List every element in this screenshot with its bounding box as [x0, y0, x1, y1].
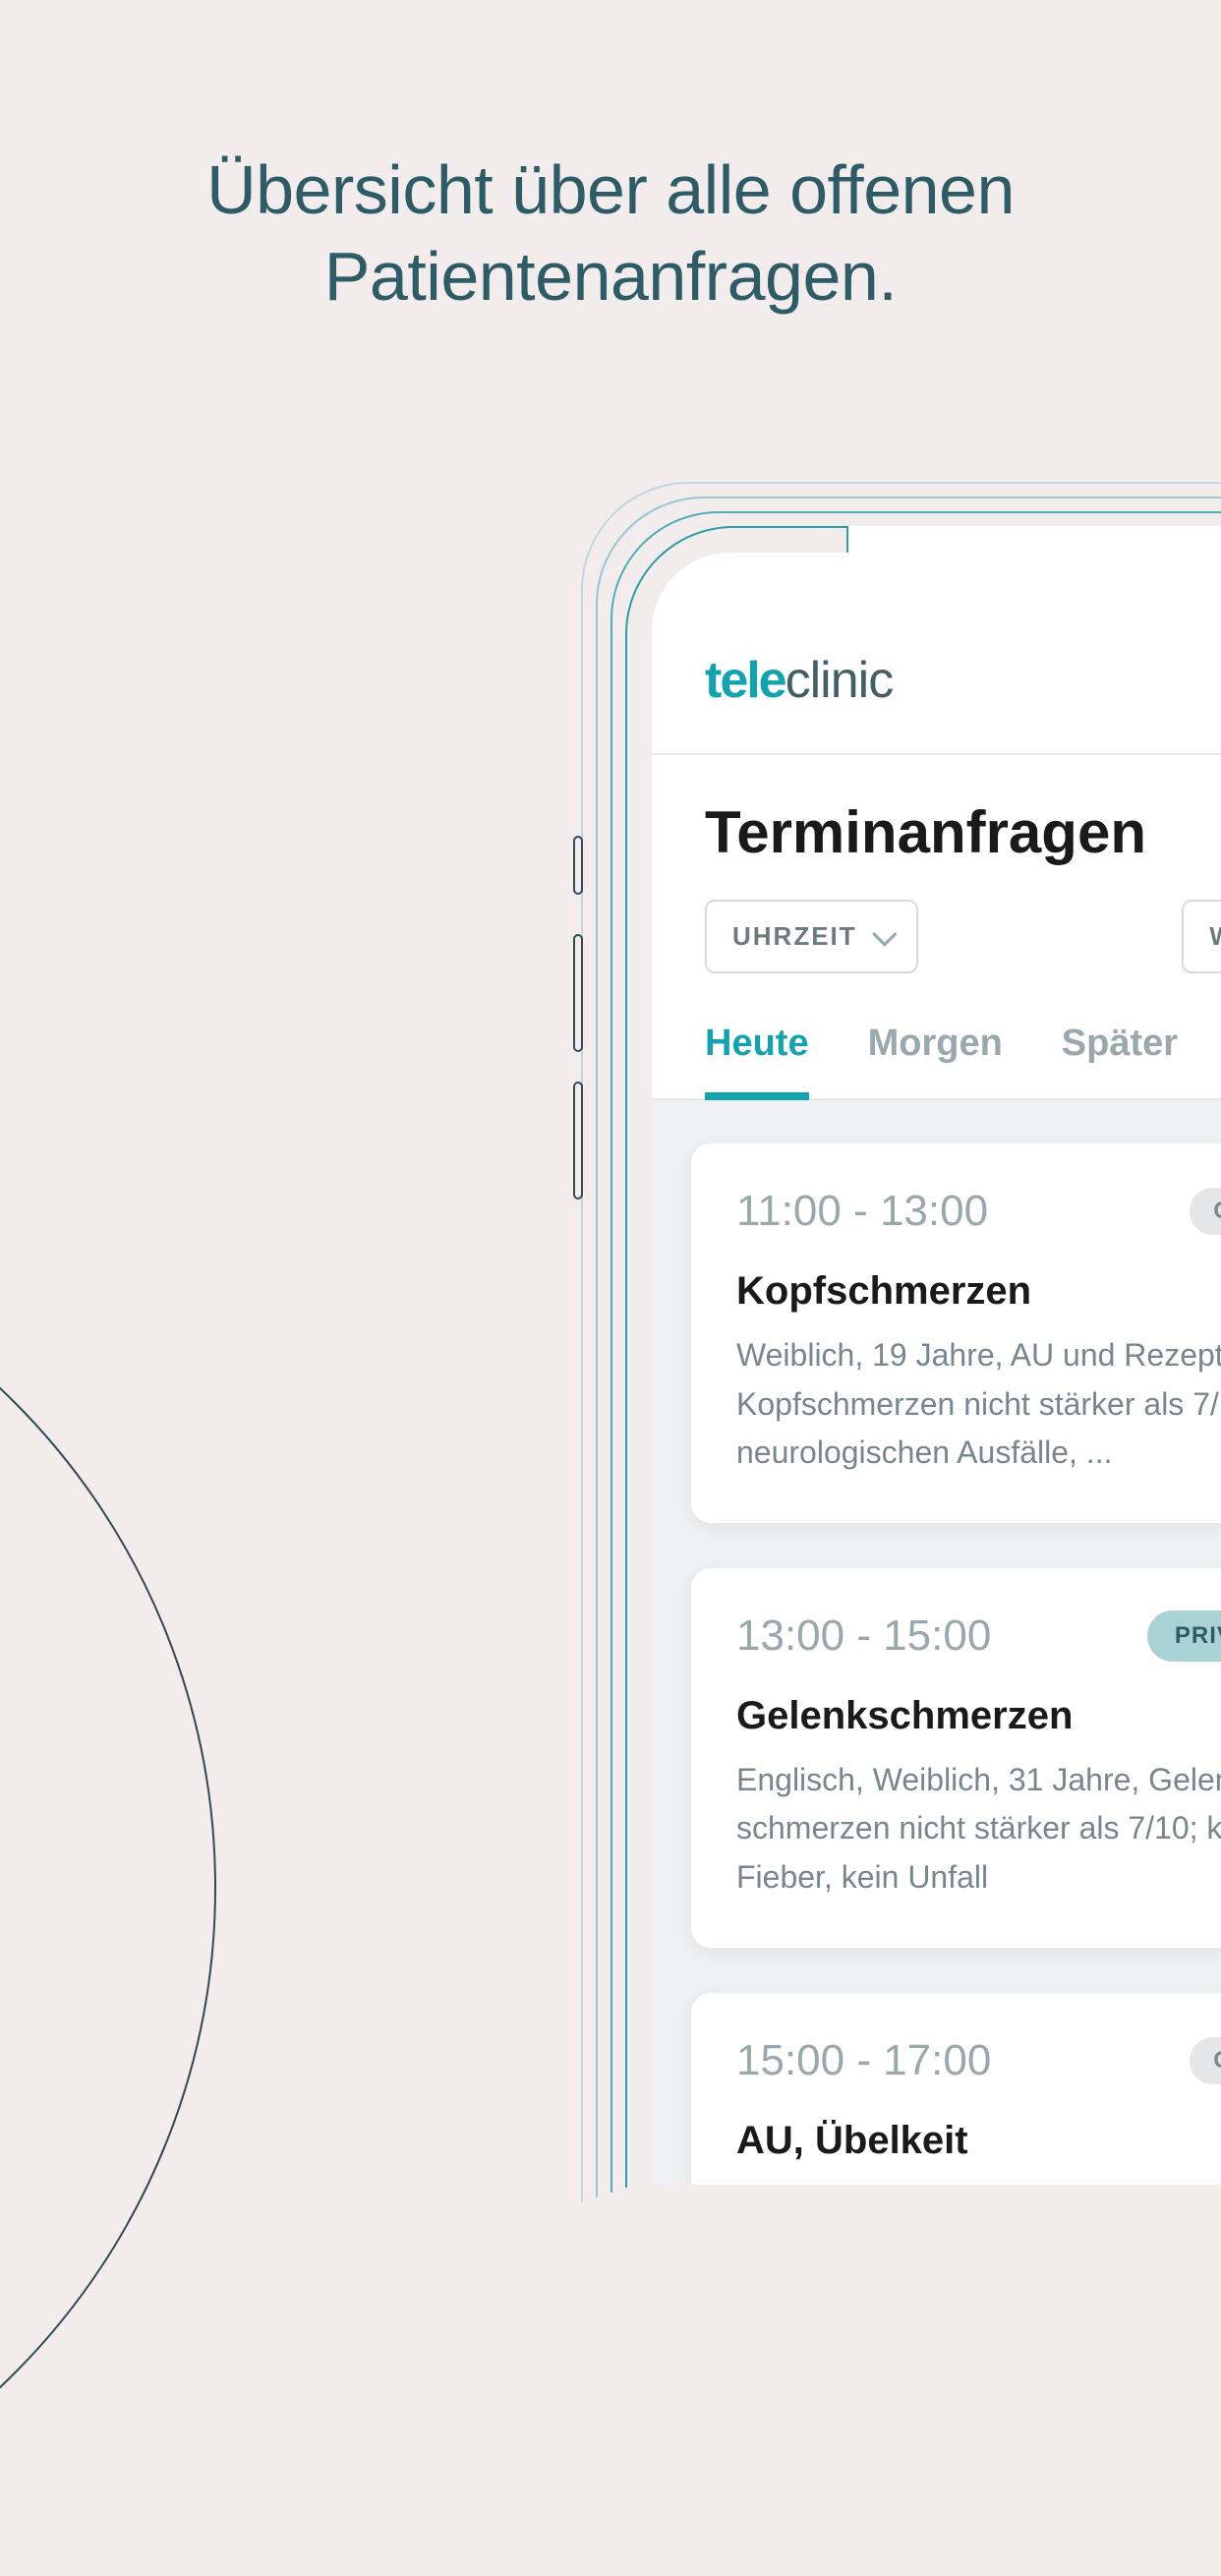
request-time: 13:00 - 15:00 [736, 1611, 991, 1661]
phone-side-button [573, 836, 583, 895]
insurance-badge: PRIVAT [1147, 1610, 1221, 1662]
time-filter-label: UHRZEIT [732, 921, 857, 952]
logo-suffix: clinic [785, 652, 894, 709]
request-card[interactable]: 13:00 - 15:00 PRIVAT VIDEO Gelenkschmerz… [691, 1568, 1221, 1948]
badge-group: GKV VIDEO [1190, 1185, 1221, 1238]
request-card[interactable]: 11:00 - 13:00 GKV VIDEO Kopfschmerzen We… [691, 1143, 1221, 1523]
tabs: Heute Morgen Später [652, 1009, 1221, 1100]
badge-group: GKV VIDEO [1190, 2034, 1221, 2087]
decorative-arc [0, 1200, 216, 2576]
tab-heute[interactable]: Heute [705, 1009, 809, 1100]
tab-morgen[interactable]: Morgen [868, 1009, 1003, 1098]
request-description: Männlich, 58 Jahre, Übelkeit, keine bis [736, 2181, 1221, 2185]
phone-side-button [573, 1082, 583, 1200]
request-time: 11:00 - 13:00 [736, 1187, 988, 1236]
request-title: Gelenkschmerzen [736, 1694, 1221, 1738]
more-filters-label: WEITERE FILTER [1209, 921, 1221, 952]
app-header: teleclinic [652, 553, 1221, 755]
chevron-down-icon [872, 921, 897, 946]
insurance-badge: GKV [1190, 1188, 1221, 1235]
more-filters-button[interactable]: WEITERE FILTER [1182, 900, 1221, 973]
request-title: Kopfschmerzen [736, 1269, 1221, 1314]
request-description: Englisch, Weiblich, 31 Jahre, Gelenk­sch… [736, 1756, 1221, 1903]
filter-row: UHRZEIT WEITERE FILTER [652, 900, 1221, 1009]
page-title: Terminanfragen [652, 755, 1221, 900]
request-list: 11:00 - 13:00 GKV VIDEO Kopfschmerzen We… [652, 1100, 1221, 2185]
request-card[interactable]: 15:00 - 17:00 GKV VIDEO AU, Übelkeit Män… [691, 1993, 1221, 2185]
logo-prefix: tele [705, 652, 785, 709]
insurance-badge: GKV [1190, 2037, 1221, 2084]
phone-side-button [573, 934, 583, 1052]
tab-spaeter[interactable]: Später [1062, 1009, 1178, 1098]
time-filter-button[interactable]: UHRZEIT [705, 900, 918, 973]
request-time: 15:00 - 17:00 [736, 2036, 991, 2085]
request-title: AU, Übelkeit [736, 2119, 1221, 2163]
badge-group: PRIVAT VIDEO [1147, 1610, 1221, 1663]
app-logo: teleclinic [705, 651, 893, 710]
request-description: Weiblich, 19 Jahre, AU und Rezept, Kopfs… [736, 1331, 1221, 1478]
promo-headline: Übersicht über alle offenen Patientenanf… [0, 0, 1221, 320]
app-screen: teleclinic Terminanfragen UHRZEIT WEITER… [652, 553, 1221, 2185]
